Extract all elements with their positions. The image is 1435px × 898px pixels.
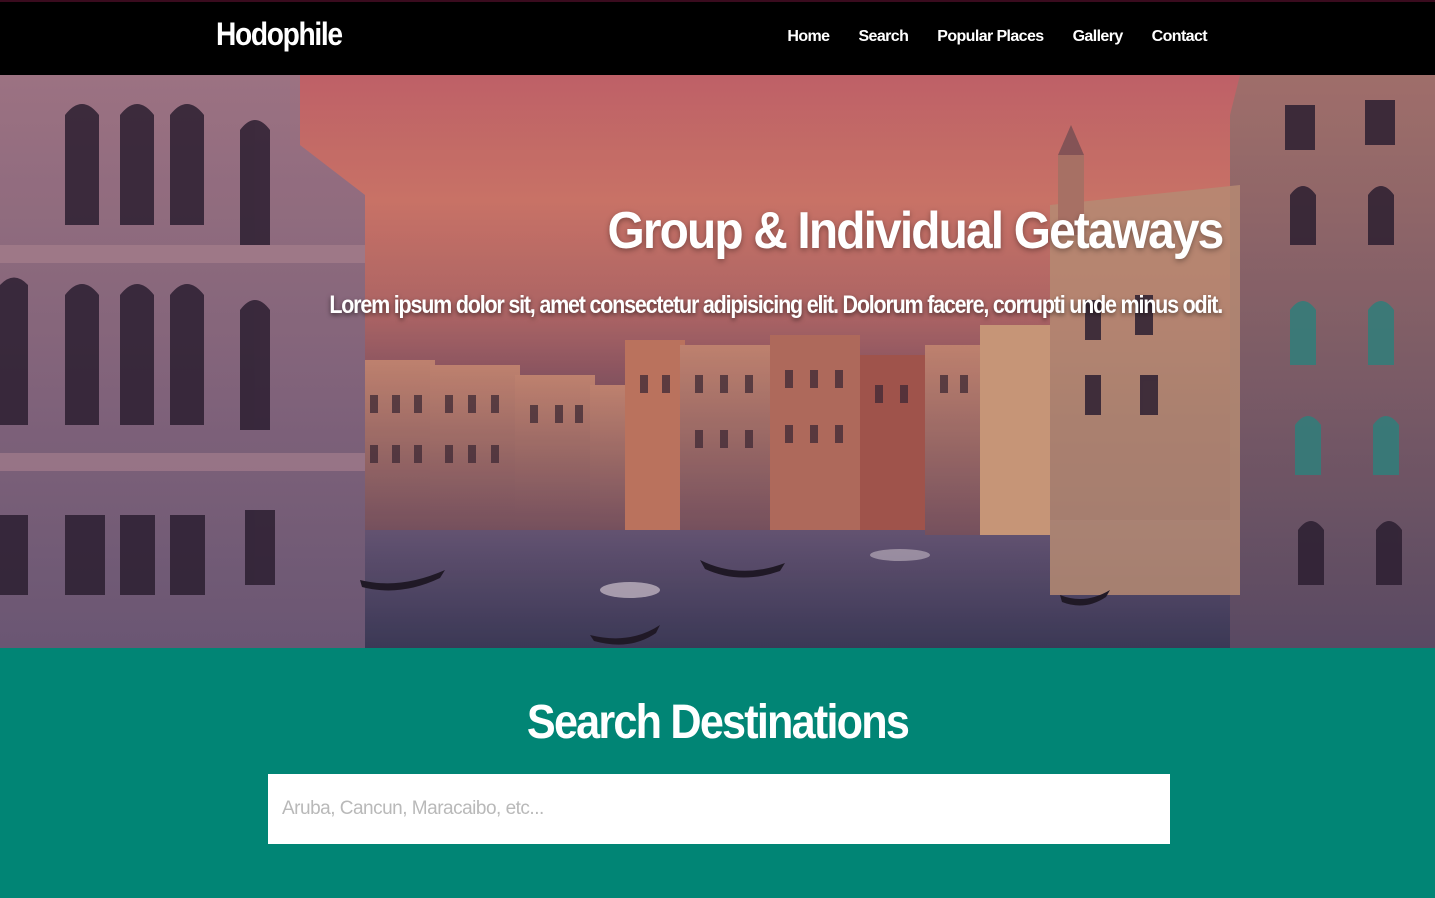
nav-item-home: Home — [758, 28, 830, 46]
nav-link-search[interactable]: Search — [858, 28, 908, 46]
nav-link-contact[interactable]: Contact — [1152, 28, 1208, 46]
hero-section: Group & Individual Getaways Lorem ipsum … — [0, 75, 1435, 648]
nav-link-gallery[interactable]: Gallery — [1073, 28, 1124, 46]
hero-background-image — [0, 75, 1435, 648]
search-section: Search Destinations — [0, 648, 1435, 898]
hero-title: Group & Individual Getaways — [607, 202, 1224, 260]
hero-subtitle: Lorem ipsum dolor sit, amet consectetur … — [329, 291, 1223, 319]
nav-item-search: Search — [829, 28, 908, 46]
nav-item-contact: Contact — [1123, 28, 1208, 46]
nav-link-home[interactable]: Home — [787, 28, 830, 46]
brand-logo[interactable]: Hodophile — [216, 16, 343, 53]
search-heading: Search Destinations — [526, 696, 910, 749]
nav-menu: Home Search Popular Places Gallery Conta… — [758, 28, 1207, 46]
nav-link-popular-places[interactable]: Popular Places — [937, 28, 1044, 46]
navbar: Hodophile Home Search Popular Places Gal… — [0, 0, 1435, 75]
nav-item-popular-places: Popular Places — [908, 28, 1044, 46]
search-input[interactable] — [268, 774, 1170, 844]
nav-item-gallery: Gallery — [1044, 28, 1124, 46]
